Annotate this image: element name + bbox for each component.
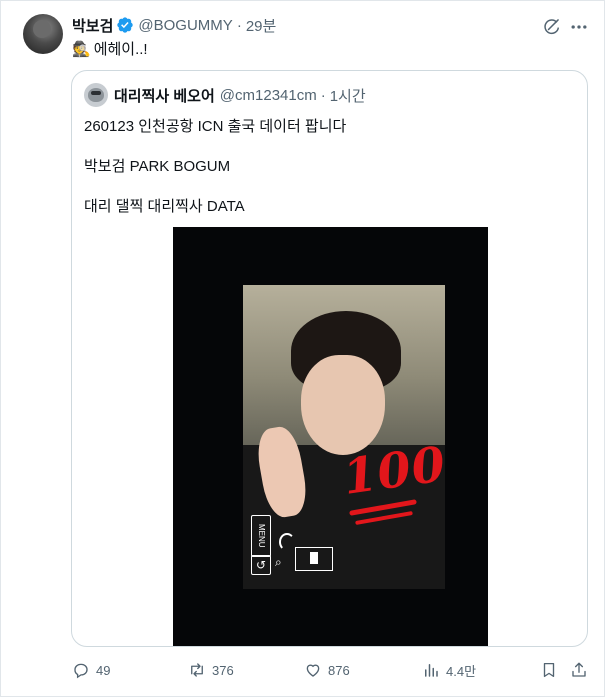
spy-emoji: 🕵 [72, 40, 91, 58]
repost-icon [191, 663, 203, 677]
like-button[interactable]: 876 [304, 660, 350, 680]
post-text-content: 에헤이..! [93, 41, 148, 58]
more-icon[interactable] [569, 17, 589, 37]
author-handle[interactable]: @BOGUMMY [138, 17, 232, 34]
reply-icon [74, 663, 88, 679]
heart-icon [306, 664, 320, 677]
views-icon [425, 664, 438, 677]
quoted-post-header: 대리찍사 베오어 @cm12341cm · 1시간 [114, 85, 366, 105]
repost-button[interactable]: 376 [188, 660, 234, 680]
action-bar: 49 376 876 4.4만 [0, 660, 605, 680]
quoted-text-line-2: 박보검 PARK BOGUM [84, 158, 231, 175]
quoted-author-avatar[interactable] [84, 83, 108, 107]
views-button[interactable]: 4.4만 [422, 660, 476, 680]
quoted-text-line-3: 대리 댈찍 대리찍사 DATA [84, 198, 245, 215]
quoted-author-handle[interactable]: @cm12341cm [220, 87, 317, 104]
quoted-post-time[interactable]: 1시간 [330, 85, 366, 106]
quoted-separator-dot: · [320, 86, 326, 104]
share-icon[interactable] [570, 661, 588, 679]
reply-count: 49 [96, 662, 111, 678]
camera-preview: 100 MENU ↺ ⌕ [243, 285, 450, 589]
repost-count: 376 [212, 662, 234, 678]
quoted-media-image[interactable]: 100 MENU ↺ ⌕ [173, 227, 488, 646]
post-header: 박보검 @BOGUMMY · 29분 [72, 15, 276, 35]
camera-dial-icon [279, 533, 295, 551]
separator-dot: · [236, 16, 242, 34]
verified-badge-icon [117, 17, 134, 33]
magnifier-icon: ⌕ [275, 555, 282, 569]
photo-face [301, 355, 385, 455]
author-avatar[interactable] [23, 14, 63, 54]
camera-return-icon: ↺ [251, 555, 271, 575]
camera-menu-label: MENU [251, 515, 271, 557]
views-count: 4.4만 [446, 663, 477, 679]
bookmark-icon[interactable] [540, 661, 558, 679]
camera-frame-icon [295, 547, 333, 571]
post-time[interactable]: 29분 [246, 15, 277, 36]
like-count: 876 [328, 662, 350, 678]
reply-button[interactable]: 49 [72, 660, 110, 680]
quoted-author-name[interactable]: 대리찍사 베오어 [114, 85, 215, 106]
author-name[interactable]: 박보검 [72, 15, 113, 36]
quoted-post[interactable]: 대리찍사 베오어 @cm12341cm · 1시간 260123 인천공항 IC… [71, 70, 588, 647]
grok-icon[interactable] [541, 17, 561, 37]
quoted-text-line-1: 260123 인천공항 ICN 출국 데이터 팝니다 [84, 118, 347, 135]
post-text: 🕵 에헤이..! [72, 38, 148, 59]
